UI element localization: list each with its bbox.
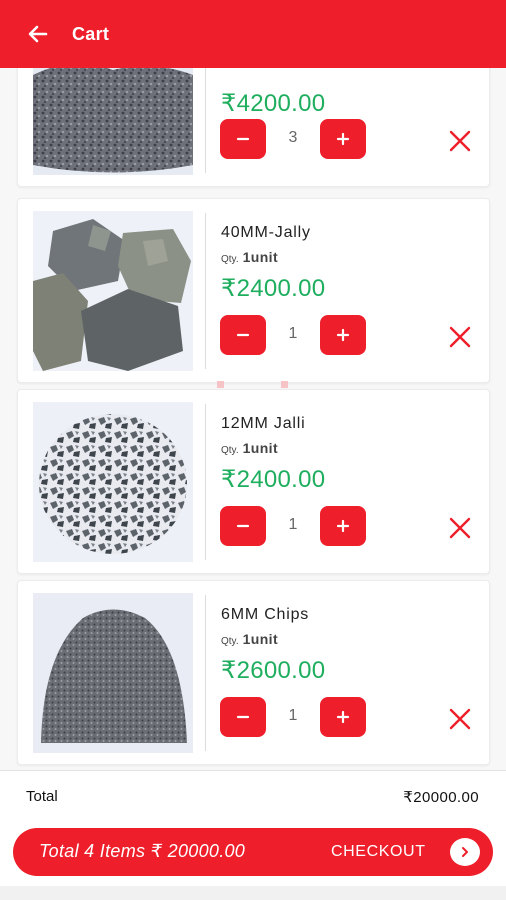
cart-item: 12MM Jalli Qty. 1unit ₹2400.00 1 xyxy=(17,389,490,574)
checkout-arrow xyxy=(450,838,480,866)
app-bar: Cart xyxy=(0,0,506,68)
minus-icon xyxy=(236,137,250,141)
item-price: ₹2400.00 xyxy=(221,466,326,493)
close-icon xyxy=(449,130,471,152)
quantity-value: 3 xyxy=(288,129,298,146)
plus-icon xyxy=(336,710,350,724)
total-label: Total xyxy=(26,788,58,805)
decrease-button[interactable] xyxy=(220,315,266,355)
decrease-button[interactable] xyxy=(220,506,266,546)
divider xyxy=(205,213,206,369)
close-icon xyxy=(449,708,471,730)
increase-button[interactable] xyxy=(320,506,366,546)
product-image xyxy=(33,402,193,562)
checkout-summary: Total 4 Items ₹ 20000.00 xyxy=(39,841,246,861)
item-price: ₹2600.00 xyxy=(221,657,326,684)
quantity-stepper: 3 xyxy=(220,119,366,159)
cart-item: 6MM Chips Qty. 1unit ₹2600.00 1 xyxy=(17,580,490,765)
plus-icon xyxy=(336,328,350,342)
remove-item-button[interactable] xyxy=(446,514,474,542)
divider xyxy=(205,595,206,751)
item-price: ₹4200.00 xyxy=(221,90,326,117)
quantity-stepper: 1 xyxy=(220,315,366,355)
qty-label: Qty. xyxy=(221,445,239,456)
qty-label: Qty. xyxy=(221,254,239,265)
quantity-value: 1 xyxy=(288,325,298,342)
minus-icon xyxy=(236,333,250,337)
plus-icon xyxy=(336,519,350,533)
total-row: Total ₹20000.00 xyxy=(0,770,506,822)
cart-item: ₹4200.00 3 xyxy=(17,68,490,187)
cart-item: 40MM-Jally Qty. 1unit ₹2400.00 1 xyxy=(17,198,490,383)
qty-value: 1unit xyxy=(242,249,279,265)
increase-button[interactable] xyxy=(320,119,366,159)
quantity-value: 1 xyxy=(288,707,298,724)
item-unit: Qty. 1unit xyxy=(221,631,278,649)
arrow-left-icon xyxy=(28,25,48,43)
increase-button[interactable] xyxy=(320,697,366,737)
quantity-value: 1 xyxy=(288,516,298,533)
decrease-button[interactable] xyxy=(220,119,266,159)
item-price: ₹2400.00 xyxy=(221,275,326,302)
remove-item-button[interactable] xyxy=(446,127,474,155)
divider xyxy=(205,68,206,173)
remove-item-button[interactable] xyxy=(446,323,474,351)
product-image xyxy=(33,593,193,753)
back-button[interactable] xyxy=(18,14,58,54)
qty-value: 1unit xyxy=(242,631,279,647)
close-icon xyxy=(449,517,471,539)
qty-value: 1unit xyxy=(242,440,279,456)
decrease-button[interactable] xyxy=(220,697,266,737)
chevron-right-icon xyxy=(462,847,468,857)
item-name: 40MM-Jally xyxy=(221,224,311,241)
minus-icon xyxy=(236,524,250,528)
qty-label: Qty. xyxy=(221,636,239,647)
item-name: 6MM Chips xyxy=(221,606,310,623)
item-unit: Qty. 1unit xyxy=(221,440,278,458)
quantity-stepper: 1 xyxy=(220,506,366,546)
page-title: Cart xyxy=(72,23,110,44)
item-unit: Qty. 1unit xyxy=(221,249,278,267)
product-image xyxy=(33,68,193,175)
checkout-label: CHECKOUT xyxy=(331,843,426,860)
close-icon xyxy=(449,326,471,348)
increase-button[interactable] xyxy=(320,315,366,355)
bottom-area: Total 4 Items ₹ 20000.00 CHECKOUT xyxy=(0,822,506,900)
cart-list[interactable]: ₹4200.00 3 40MM-Jally Qty. 1unit ₹2400.0… xyxy=(0,68,506,770)
item-name: 12MM Jalli xyxy=(221,415,306,432)
divider xyxy=(205,404,206,560)
checkout-button[interactable]: Total 4 Items ₹ 20000.00 CHECKOUT xyxy=(13,828,493,876)
product-image xyxy=(33,211,193,371)
system-nav-strip xyxy=(0,886,506,900)
total-value: ₹20000.00 xyxy=(403,789,479,806)
plus-icon xyxy=(336,132,350,146)
remove-item-button[interactable] xyxy=(446,705,474,733)
minus-icon xyxy=(236,715,250,719)
quantity-stepper: 1 xyxy=(220,697,366,737)
